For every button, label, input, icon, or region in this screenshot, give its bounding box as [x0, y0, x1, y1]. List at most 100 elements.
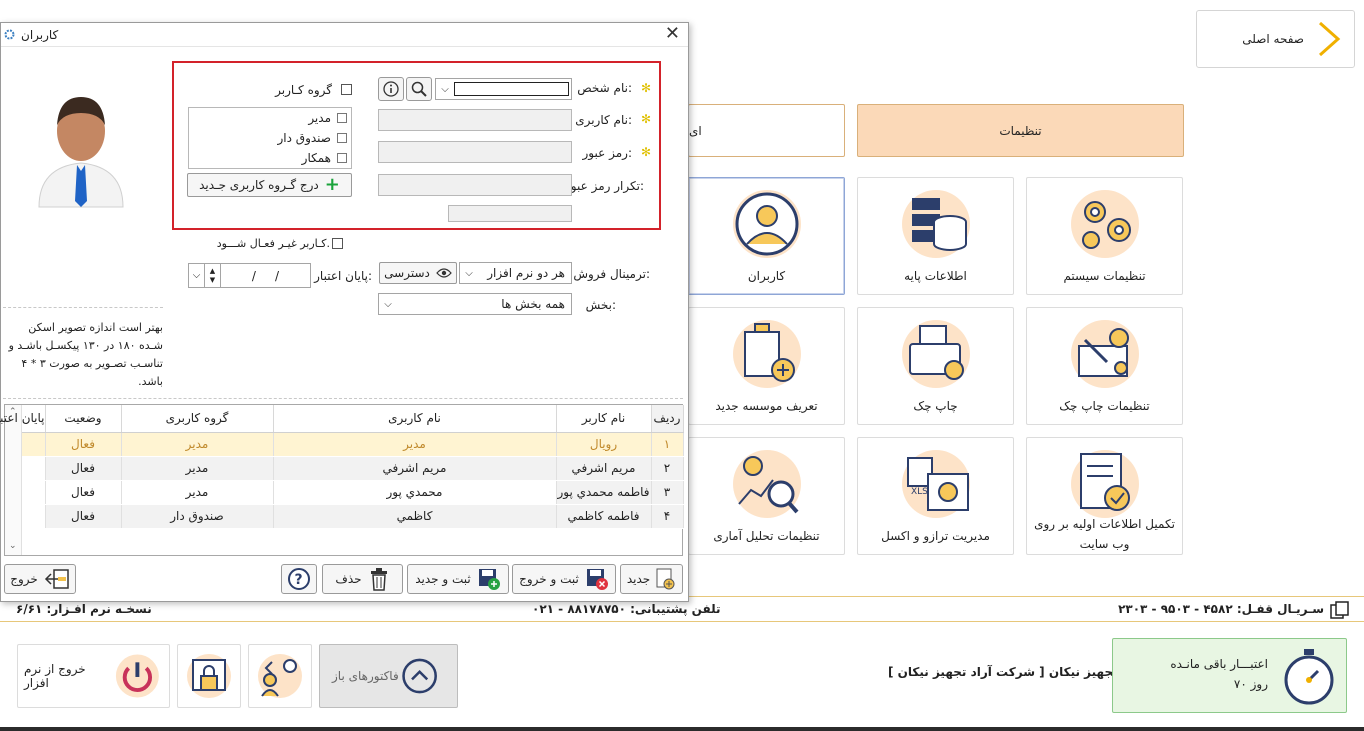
divider	[3, 398, 683, 399]
serial-text: سـریـال قفـل: ۴۵۸۲ - ۹۵۰۳ - ۲۳۰۳	[1118, 602, 1324, 616]
exit-label: خروج	[10, 572, 38, 586]
tile-users[interactable]: کاربران	[688, 177, 845, 295]
chevron-down-icon: ⌵	[441, 83, 449, 95]
inactive-checkbox[interactable]	[332, 238, 343, 249]
tile-print-cheque[interactable]: چاپ چک	[857, 307, 1014, 425]
save-exit-button[interactable]: ثبت و خروج	[512, 564, 616, 594]
copy-icon[interactable]	[1330, 601, 1350, 619]
column-header[interactable]: پایان اعتبار	[0, 405, 46, 433]
group-checkbox[interactable]	[337, 113, 347, 123]
tile-base-info[interactable]: اطلاعات پایه	[857, 177, 1014, 295]
table-row[interactable]: ۱ رویال مدیر مدیر فعال	[22, 432, 684, 457]
person-name-select[interactable]: ⌵	[435, 78, 572, 100]
info-button[interactable]	[378, 77, 404, 101]
column-header[interactable]: گروه کاربری	[121, 405, 274, 433]
chevron-down-icon[interactable]: ⌵	[189, 264, 205, 287]
open-invoices-label: فاکتورهای باز	[332, 669, 399, 683]
exit-app-button[interactable]: خروج از نرم افزار	[17, 644, 170, 708]
password-label: رمز عبور:	[582, 146, 632, 160]
person-name-label: نام شخص:	[577, 81, 632, 95]
credit-title: اعتبـــار باقی مانـده	[1170, 657, 1268, 671]
column-header[interactable]: نام کاربر	[556, 405, 652, 433]
vertical-scrollbar[interactable]: ⌃ ⌄	[5, 405, 22, 555]
new-button[interactable]: جدید	[620, 564, 683, 594]
power-icon	[116, 654, 160, 698]
scroll-down-icon[interactable]: ⌄	[9, 541, 17, 551]
group-item-label: مدیر	[308, 111, 331, 125]
expiry-label: پایان اعتبار:	[314, 269, 372, 283]
section-select[interactable]: ⌵ همه بخش ها	[378, 293, 572, 315]
table-header: ردیف نام کاربر نام کاربری گروه کاربری وض…	[0, 405, 684, 433]
expiry-date-picker[interactable]: ⌵ ▲ ▼ / /	[188, 263, 311, 288]
taskbar	[0, 727, 1364, 731]
repeat-password-input[interactable]	[378, 174, 572, 196]
dialog-titlebar[interactable]: کاربران ✕	[1, 23, 688, 47]
search-button[interactable]	[406, 77, 432, 101]
password-input[interactable]	[378, 141, 572, 163]
username-input[interactable]	[378, 109, 572, 131]
app-gear-icon	[4, 29, 15, 40]
group-checkbox[interactable]	[337, 153, 347, 163]
terminal-value: هر دو نرم افزار	[487, 266, 565, 280]
user-group-checkbox[interactable]	[341, 84, 352, 95]
tile-new-company[interactable]: تعریف موسسه جدید	[688, 307, 845, 425]
table-row[interactable]: ۴ فاطمه کاظمي کاظمي صندوق دار فعال	[22, 504, 684, 529]
switch-user-button[interactable]	[248, 644, 312, 708]
spin-up-icon[interactable]: ▲	[210, 267, 215, 276]
lock-button[interactable]	[177, 644, 241, 708]
column-header[interactable]: وضعیت	[45, 405, 122, 433]
photo-hint: بهتر است اندازه تصویر اسکن شـده ۱۸۰ در ۱…	[8, 321, 163, 388]
cell-status: فعال	[45, 456, 122, 481]
close-icon[interactable]: ✕	[665, 25, 680, 43]
section-value: همه بخش ها	[501, 297, 565, 311]
company-name: آراد تجهیز نیکان [ شرکت آراد تجهیز نیکان…	[888, 665, 1144, 679]
user-photo[interactable]	[31, 89, 131, 209]
delete-label: حذف	[335, 572, 362, 586]
chart-magnifier-icon	[729, 446, 805, 522]
repeat-password-label: تکرار رمز عبور:	[564, 179, 644, 193]
group-checkbox[interactable]	[337, 133, 347, 143]
spin-down-icon[interactable]: ▼	[210, 276, 215, 285]
credit-panel: اعتبـــار باقی مانـده ۷۰ روز	[1112, 638, 1347, 713]
help-icon: ?	[288, 568, 310, 590]
date-spinner[interactable]: ▲ ▼	[205, 264, 221, 287]
table-row[interactable]: ۲ مریم اشرفي مریم اشرفي مدیر فعال	[22, 456, 684, 481]
group-item-colleague[interactable]: همکار	[302, 151, 347, 165]
credit-value: ۷۰ روز	[1233, 677, 1268, 691]
home-button[interactable]: صفحه اصلی	[1196, 10, 1355, 68]
column-header[interactable]: ردیف	[651, 405, 684, 433]
tile-label: تنظیمات سیستم	[1063, 269, 1146, 283]
group-item-admin[interactable]: مدیر	[308, 111, 347, 125]
new-label: جدید	[626, 572, 651, 586]
column-header[interactable]: نام کاربری	[273, 405, 557, 433]
username-label: نام کاربری:	[575, 113, 632, 127]
exit-button[interactable]: خروج	[4, 564, 76, 594]
tile-system-settings[interactable]: تنظیمات سیستم	[1026, 177, 1183, 295]
access-label: دسترسی	[384, 266, 430, 280]
tile-cheque-print-settings[interactable]: تنظیمات چاپ چک	[1026, 307, 1183, 425]
table-row[interactable]: ۳ فاطمه محمدي پور محمدي پور مدیر فعال	[22, 480, 684, 505]
access-button[interactable]: دسترسی	[379, 262, 457, 284]
tab-settings[interactable]: تنظیمات	[857, 104, 1184, 157]
add-user-group-button[interactable]: درج گـروه کاربری جـدید +	[187, 173, 352, 197]
gears-icon	[1067, 186, 1143, 262]
exit-app-label: خروج از نرم افزار	[24, 662, 86, 690]
help-button[interactable]: ?	[281, 564, 317, 594]
user-group-list: مدیر صندوق دار همکار	[188, 107, 352, 169]
tile-stats-settings[interactable]: تنظیمات تحلیل آماری	[688, 437, 845, 555]
person-name-input[interactable]	[454, 82, 569, 96]
group-item-cashier[interactable]: صندوق دار	[277, 131, 347, 145]
open-invoices-button[interactable]: فاکتورهای باز	[319, 644, 458, 708]
delete-button[interactable]: حذف	[322, 564, 403, 594]
stopwatch-icon	[1284, 649, 1334, 705]
save-new-button[interactable]: ثبت و جدید	[407, 564, 509, 594]
terminal-select[interactable]: ⌵ هر دو نرم افزار	[459, 262, 572, 284]
document-check-icon	[1067, 446, 1143, 518]
tab-other[interactable]: ای	[688, 104, 845, 157]
tile-scale-excel[interactable]: XLS مدیریت ترازو و اکسل	[857, 437, 1014, 555]
tile-label: وب سایت	[1079, 537, 1130, 551]
chevron-up-circle-icon	[402, 658, 437, 694]
tile-complete-info[interactable]: تکمیل اطلاعات اولیه بر روی وب سایت	[1026, 437, 1183, 555]
divider	[3, 307, 163, 308]
tab-settings-label: تنظیمات	[999, 123, 1042, 138]
